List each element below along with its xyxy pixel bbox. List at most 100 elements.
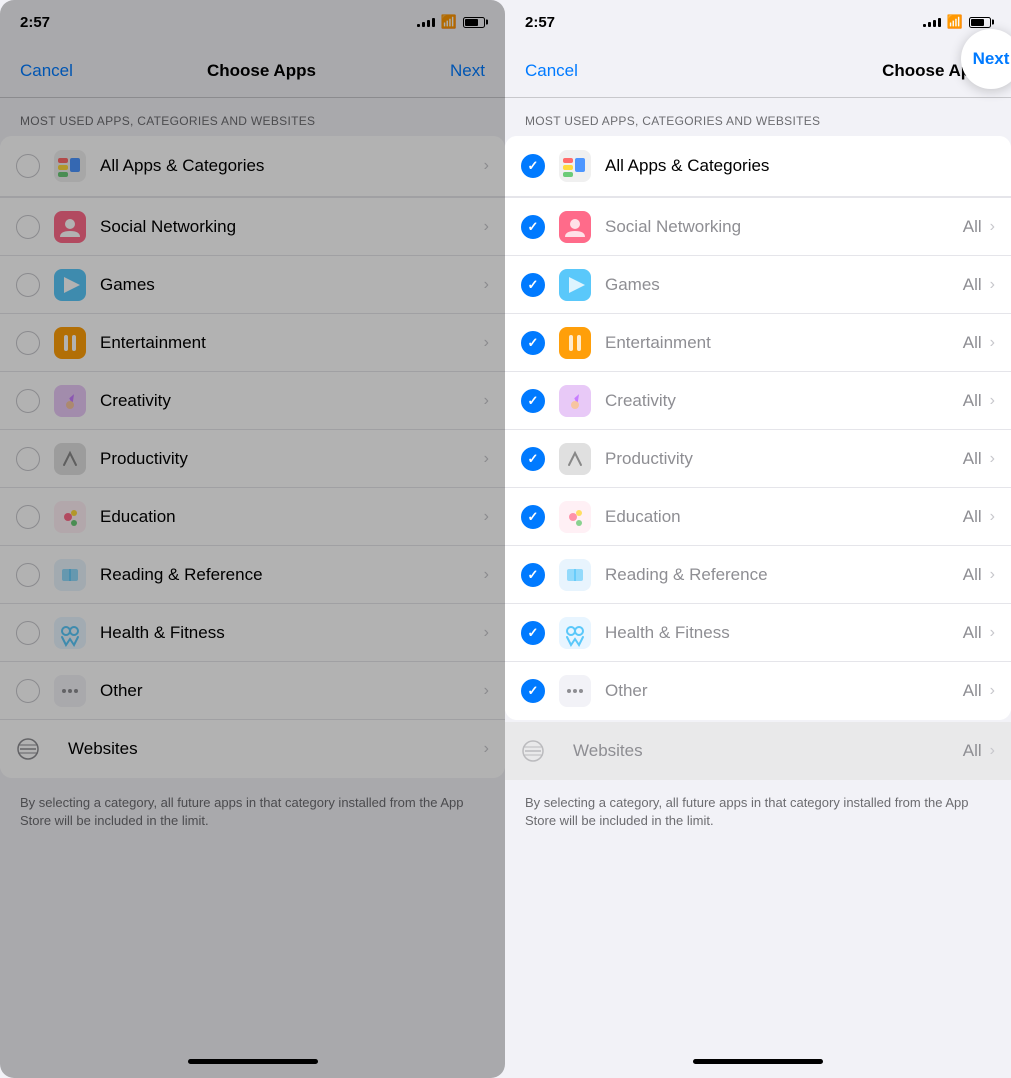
label-social-left: Social Networking bbox=[100, 217, 482, 237]
list-item-productivity-right[interactable]: Productivity All › bbox=[505, 430, 1011, 488]
all-label-other: All bbox=[963, 681, 982, 701]
chevron-creativity-left: › bbox=[484, 392, 489, 410]
home-indicator-left bbox=[0, 1044, 505, 1078]
icon-other-left bbox=[54, 675, 86, 707]
category-list-right: All Apps & Categories Social Networking … bbox=[505, 136, 1011, 720]
label-entertainment-left: Entertainment bbox=[100, 333, 482, 353]
icon-games-left bbox=[54, 269, 86, 301]
label-other-left: Other bbox=[100, 681, 482, 701]
label-reading-right: Reading & Reference bbox=[605, 565, 963, 585]
checkbox-other-right[interactable] bbox=[521, 679, 545, 703]
checkbox-websites-left[interactable] bbox=[16, 737, 40, 761]
checkbox-creativity-right[interactable] bbox=[521, 389, 545, 413]
list-item-games-right[interactable]: Games All › bbox=[505, 256, 1011, 314]
icon-reading-left bbox=[54, 559, 86, 591]
list-item-health-left[interactable]: Health & Fitness › bbox=[0, 604, 505, 662]
home-indicator-right bbox=[505, 1044, 1011, 1078]
checkbox-education-right[interactable] bbox=[521, 505, 545, 529]
icon-productivity-left bbox=[54, 443, 86, 475]
chevron-other-left: › bbox=[484, 682, 489, 700]
checkbox-all-apps-right[interactable] bbox=[521, 154, 545, 178]
icon-social-left bbox=[54, 211, 86, 243]
time-right: 2:57 bbox=[525, 14, 555, 31]
cancel-button-left[interactable]: Cancel bbox=[20, 61, 73, 81]
checkbox-reading-right[interactable] bbox=[521, 563, 545, 587]
list-item-websites-right[interactable]: Websites All › bbox=[505, 722, 1011, 780]
checkbox-social-right[interactable] bbox=[521, 215, 545, 239]
list-item-all-apps-left[interactable]: All Apps & Categories › bbox=[0, 136, 505, 198]
left-panel: 2:57 📶 Cancel Choose Apps Next MOST USED… bbox=[0, 0, 505, 1078]
section-header-right: MOST USED APPS, CATEGORIES AND WEBSITES bbox=[505, 98, 1011, 136]
chevron-reading-left: › bbox=[484, 566, 489, 584]
icon-health-left bbox=[54, 617, 86, 649]
label-games-left: Games bbox=[100, 275, 482, 295]
home-bar-left bbox=[188, 1059, 318, 1064]
icon-other-right bbox=[559, 675, 591, 707]
checkbox-other-left[interactable] bbox=[16, 679, 40, 703]
checkbox-websites-right[interactable] bbox=[521, 739, 545, 763]
checkbox-health-left[interactable] bbox=[16, 621, 40, 645]
nav-bar-right: Cancel Choose Apps Next bbox=[505, 44, 1011, 98]
label-games-right: Games bbox=[605, 275, 963, 295]
list-item-entertainment-right[interactable]: Entertainment All › bbox=[505, 314, 1011, 372]
chevron-entertainment-left: › bbox=[484, 334, 489, 352]
chevron-health-left: › bbox=[484, 624, 489, 642]
chevron-productivity-left: › bbox=[484, 450, 489, 468]
list-item-creativity-right[interactable]: Creativity All › bbox=[505, 372, 1011, 430]
list-item-reading-left[interactable]: Reading & Reference › bbox=[0, 546, 505, 604]
list-item-websites-left[interactable]: Websites › bbox=[0, 720, 505, 778]
checkbox-social-left[interactable] bbox=[16, 215, 40, 239]
battery-icon bbox=[463, 17, 485, 28]
icon-education-right bbox=[559, 501, 591, 533]
checkbox-games-right[interactable] bbox=[521, 273, 545, 297]
label-creativity-right: Creativity bbox=[605, 391, 963, 411]
label-education-right: Education bbox=[605, 507, 963, 527]
checkbox-productivity-left[interactable] bbox=[16, 447, 40, 471]
list-item-other-left[interactable]: Other › bbox=[0, 662, 505, 720]
checkbox-all-apps-left[interactable] bbox=[16, 154, 40, 178]
label-health-left: Health & Fitness bbox=[100, 623, 482, 643]
checkbox-health-right[interactable] bbox=[521, 621, 545, 645]
label-productivity-right: Productivity bbox=[605, 449, 963, 469]
checkbox-entertainment-left[interactable] bbox=[16, 331, 40, 355]
list-item-health-right[interactable]: Health & Fitness All › bbox=[505, 604, 1011, 662]
home-bar-right bbox=[693, 1059, 823, 1064]
next-button-left[interactable]: Next bbox=[450, 61, 485, 81]
chevron-websites-right: › bbox=[990, 742, 995, 760]
icon-social-right bbox=[559, 211, 591, 243]
list-item-entertainment-left[interactable]: Entertainment › bbox=[0, 314, 505, 372]
spacer-right bbox=[505, 850, 1011, 1044]
chevron-entertainment-right: › bbox=[990, 334, 995, 352]
list-item-education-right[interactable]: Education All › bbox=[505, 488, 1011, 546]
checkbox-productivity-right[interactable] bbox=[521, 447, 545, 471]
label-all-apps-left: All Apps & Categories bbox=[100, 156, 482, 176]
cancel-button-right[interactable]: Cancel bbox=[525, 61, 578, 81]
list-item-productivity-left[interactable]: Productivity › bbox=[0, 430, 505, 488]
list-item-all-apps-right[interactable]: All Apps & Categories bbox=[505, 136, 1011, 198]
chevron-productivity-right: › bbox=[990, 450, 995, 468]
list-item-social-right[interactable]: Social Networking All › bbox=[505, 198, 1011, 256]
list-item-other-right[interactable]: Other All › bbox=[505, 662, 1011, 720]
list-item-reading-right[interactable]: Reading & Reference All › bbox=[505, 546, 1011, 604]
label-all-apps-right: All Apps & Categories bbox=[605, 156, 995, 176]
list-item-games-left[interactable]: Games › bbox=[0, 256, 505, 314]
status-icons-right: 📶 bbox=[923, 14, 991, 30]
checkbox-creativity-left[interactable] bbox=[16, 389, 40, 413]
label-productivity-left: Productivity bbox=[100, 449, 482, 469]
websites-section-right: Websites All › bbox=[505, 722, 1011, 780]
checkbox-reading-left[interactable] bbox=[16, 563, 40, 587]
checkbox-entertainment-right[interactable] bbox=[521, 331, 545, 355]
icon-productivity-right bbox=[559, 443, 591, 475]
list-item-education-left[interactable]: Education › bbox=[0, 488, 505, 546]
wifi-icon-right: 📶 bbox=[947, 14, 963, 30]
nav-title-left: Choose Apps bbox=[207, 61, 316, 81]
signal-icon bbox=[417, 18, 435, 27]
footer-right: By selecting a category, all future apps… bbox=[505, 780, 1011, 850]
list-item-social-left[interactable]: Social Networking › bbox=[0, 198, 505, 256]
battery-icon-right bbox=[969, 17, 991, 28]
checkbox-education-left[interactable] bbox=[16, 505, 40, 529]
chevron-other-right: › bbox=[990, 682, 995, 700]
time-left: 2:57 bbox=[20, 14, 50, 31]
list-item-creativity-left[interactable]: Creativity › bbox=[0, 372, 505, 430]
checkbox-games-left[interactable] bbox=[16, 273, 40, 297]
